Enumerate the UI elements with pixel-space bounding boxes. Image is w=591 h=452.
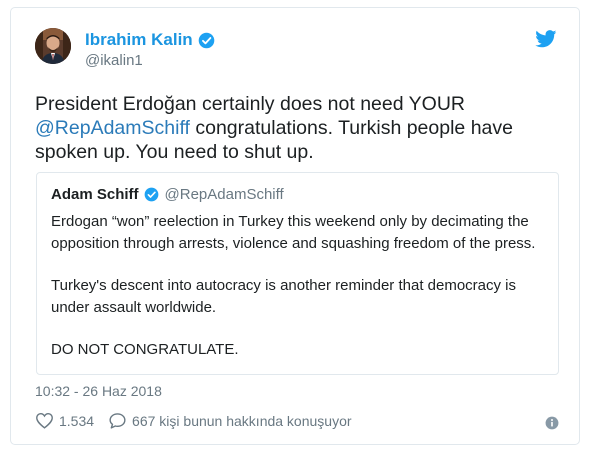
avatar-image <box>35 28 71 64</box>
embedded-tweet-card: Ibrahim Kalin @ikalin1 President Erdoğan… <box>10 7 580 445</box>
quoted-tweet[interactable]: Adam Schiff @RepAdamSchiff Erdogan “won”… <box>36 172 559 375</box>
author-handle[interactable]: @ikalin1 <box>85 52 143 69</box>
tweet-text-part1: President Erdoğan certainly does not nee… <box>35 93 465 115</box>
quoted-tweet-paragraph: Erdogan “won” reelection in Turkey this … <box>51 213 536 252</box>
info-icon[interactable] <box>545 416 559 435</box>
mention-link[interactable]: @RepAdamSchiff <box>35 117 190 139</box>
speech-bubble-icon <box>109 413 126 429</box>
tweet-timestamp[interactable]: 10:32 - 26 Haz 2018 <box>35 383 162 399</box>
quoted-tweet-header: Adam Schiff @RepAdamSchiff <box>51 183 544 205</box>
author-display-name[interactable]: Ibrahim Kalin <box>85 30 193 50</box>
quoted-author-handle: @RepAdamSchiff <box>164 185 284 203</box>
author-name-row: Ibrahim Kalin <box>85 30 215 50</box>
tweet-actions: 1.534 667 kişi bunun hakkında konuşuyor <box>35 412 352 429</box>
reply-conversation-link[interactable]: 667 kişi bunun hakkında konuşuyor <box>108 412 352 429</box>
tweet-text: President Erdoğan certainly does not nee… <box>35 92 555 164</box>
quoted-author-name: Adam Schiff <box>51 185 139 203</box>
verified-badge-icon <box>198 32 215 49</box>
avatar[interactable] <box>35 28 71 64</box>
replies-text: 667 kişi bunun hakkında konuşuyor <box>132 412 352 429</box>
twitter-bird-icon[interactable] <box>535 30 557 53</box>
likes-count: 1.534 <box>59 412 95 429</box>
heart-icon <box>36 413 53 429</box>
like-button[interactable]: 1.534 <box>35 412 94 429</box>
verified-badge-icon <box>144 187 159 202</box>
quoted-tweet-paragraph: Turkey's descent into autocracy is anoth… <box>51 277 517 316</box>
quoted-tweet-paragraph: DO NOT CONGRATULATE. <box>51 341 239 358</box>
